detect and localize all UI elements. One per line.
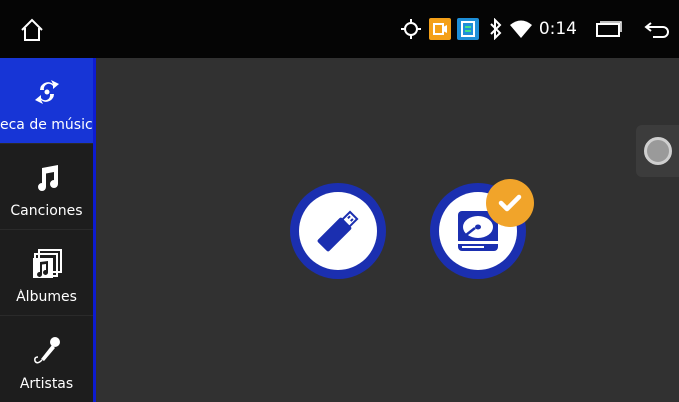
usb-source-button[interactable] — [290, 183, 386, 279]
selected-check-icon — [486, 179, 534, 227]
clock: 0:14 — [538, 19, 577, 39]
location-icon — [397, 18, 425, 40]
main-content — [96, 58, 679, 402]
assistive-touch-icon — [643, 137, 672, 165]
sidebar-item-artists[interactable]: Artistas — [0, 316, 93, 402]
wifi-icon — [507, 20, 535, 38]
usb-icon — [317, 210, 359, 252]
back-icon[interactable] — [635, 20, 679, 38]
sidebar-item-music-library[interactable]: eca de músic — [0, 58, 93, 144]
floating-assistant-button[interactable] — [636, 125, 679, 177]
bluetooth-icon — [485, 18, 507, 40]
album-icon — [30, 247, 64, 281]
app-notification-icon — [427, 18, 453, 40]
app-notification-icon-2 — [455, 18, 481, 40]
sidebar-item-songs[interactable]: Canciones — [0, 144, 93, 230]
sidebar: eca de músic Canciones Álbumes Artistas — [0, 58, 96, 402]
home-icon[interactable] — [18, 16, 46, 44]
sidebar-item-albums[interactable]: Álbumes — [0, 230, 93, 316]
recent-apps-icon[interactable] — [589, 20, 629, 38]
microphone-icon — [30, 334, 64, 368]
sidebar-item-label: eca de músic — [0, 117, 93, 133]
sidebar-item-label: Canciones — [10, 203, 83, 219]
sidebar-item-label: Álbumes — [16, 289, 77, 305]
sync-music-icon — [30, 75, 64, 109]
sidebar-item-label: Artistas — [19, 376, 74, 392]
music-note-icon — [30, 161, 64, 195]
status-bar: 0:14 — [0, 0, 679, 58]
